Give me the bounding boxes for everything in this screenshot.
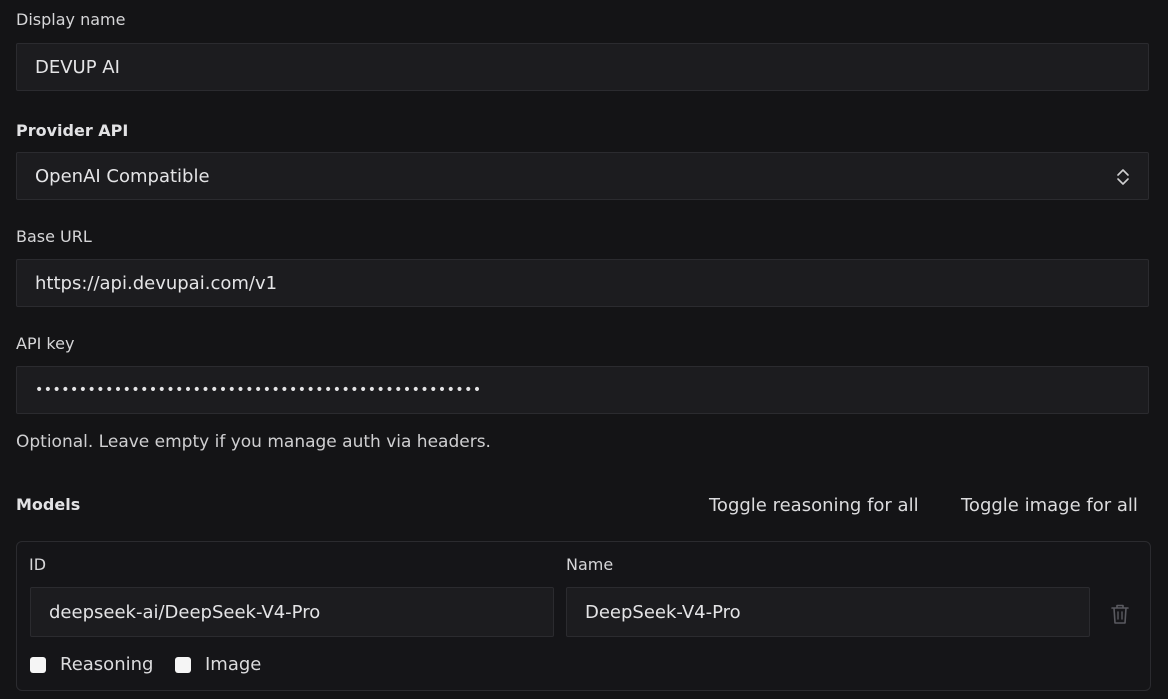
- reasoning-checkbox[interactable]: Reasoning: [30, 654, 153, 675]
- toggle-reasoning-all-button[interactable]: Toggle reasoning for all: [709, 495, 919, 516]
- model-name-label: Name: [566, 555, 614, 574]
- trash-icon[interactable]: [1109, 602, 1131, 626]
- model-name-input[interactable]: [585, 601, 1089, 623]
- base-url-label: Base URL: [16, 227, 92, 246]
- api-key-help-text: Optional. Leave empty if you manage auth…: [16, 432, 491, 452]
- chevron-up-down-icon: [1117, 169, 1129, 185]
- reasoning-checkbox-label: Reasoning: [60, 654, 154, 675]
- display-name-input[interactable]: [35, 56, 1148, 78]
- image-checkbox-label: Image: [205, 654, 262, 675]
- display-name-label: Display name: [16, 10, 126, 29]
- model-card: ID Name Reasoning Image: [16, 541, 1151, 691]
- provider-api-select[interactable]: OpenAI Compatible: [16, 152, 1149, 200]
- api-key-label: API key: [16, 334, 75, 353]
- model-id-field[interactable]: [30, 587, 554, 637]
- api-key-input[interactable]: [35, 382, 1148, 398]
- models-title: Models: [16, 495, 81, 514]
- display-name-field[interactable]: [16, 43, 1149, 91]
- reasoning-checkbox-box[interactable]: [30, 656, 46, 673]
- toggle-image-all-button[interactable]: Toggle image for all: [961, 495, 1138, 516]
- base-url-field[interactable]: [16, 259, 1149, 307]
- model-id-label: ID: [29, 555, 47, 574]
- provider-api-label: Provider API: [16, 121, 129, 140]
- provider-api-value: OpenAI Compatible: [35, 165, 210, 187]
- image-checkbox[interactable]: Image: [175, 654, 261, 675]
- image-checkbox-box[interactable]: [175, 656, 191, 673]
- api-key-field[interactable]: [16, 366, 1149, 414]
- model-name-field[interactable]: [566, 587, 1090, 637]
- model-id-input[interactable]: [49, 601, 553, 623]
- base-url-input[interactable]: [35, 272, 1148, 294]
